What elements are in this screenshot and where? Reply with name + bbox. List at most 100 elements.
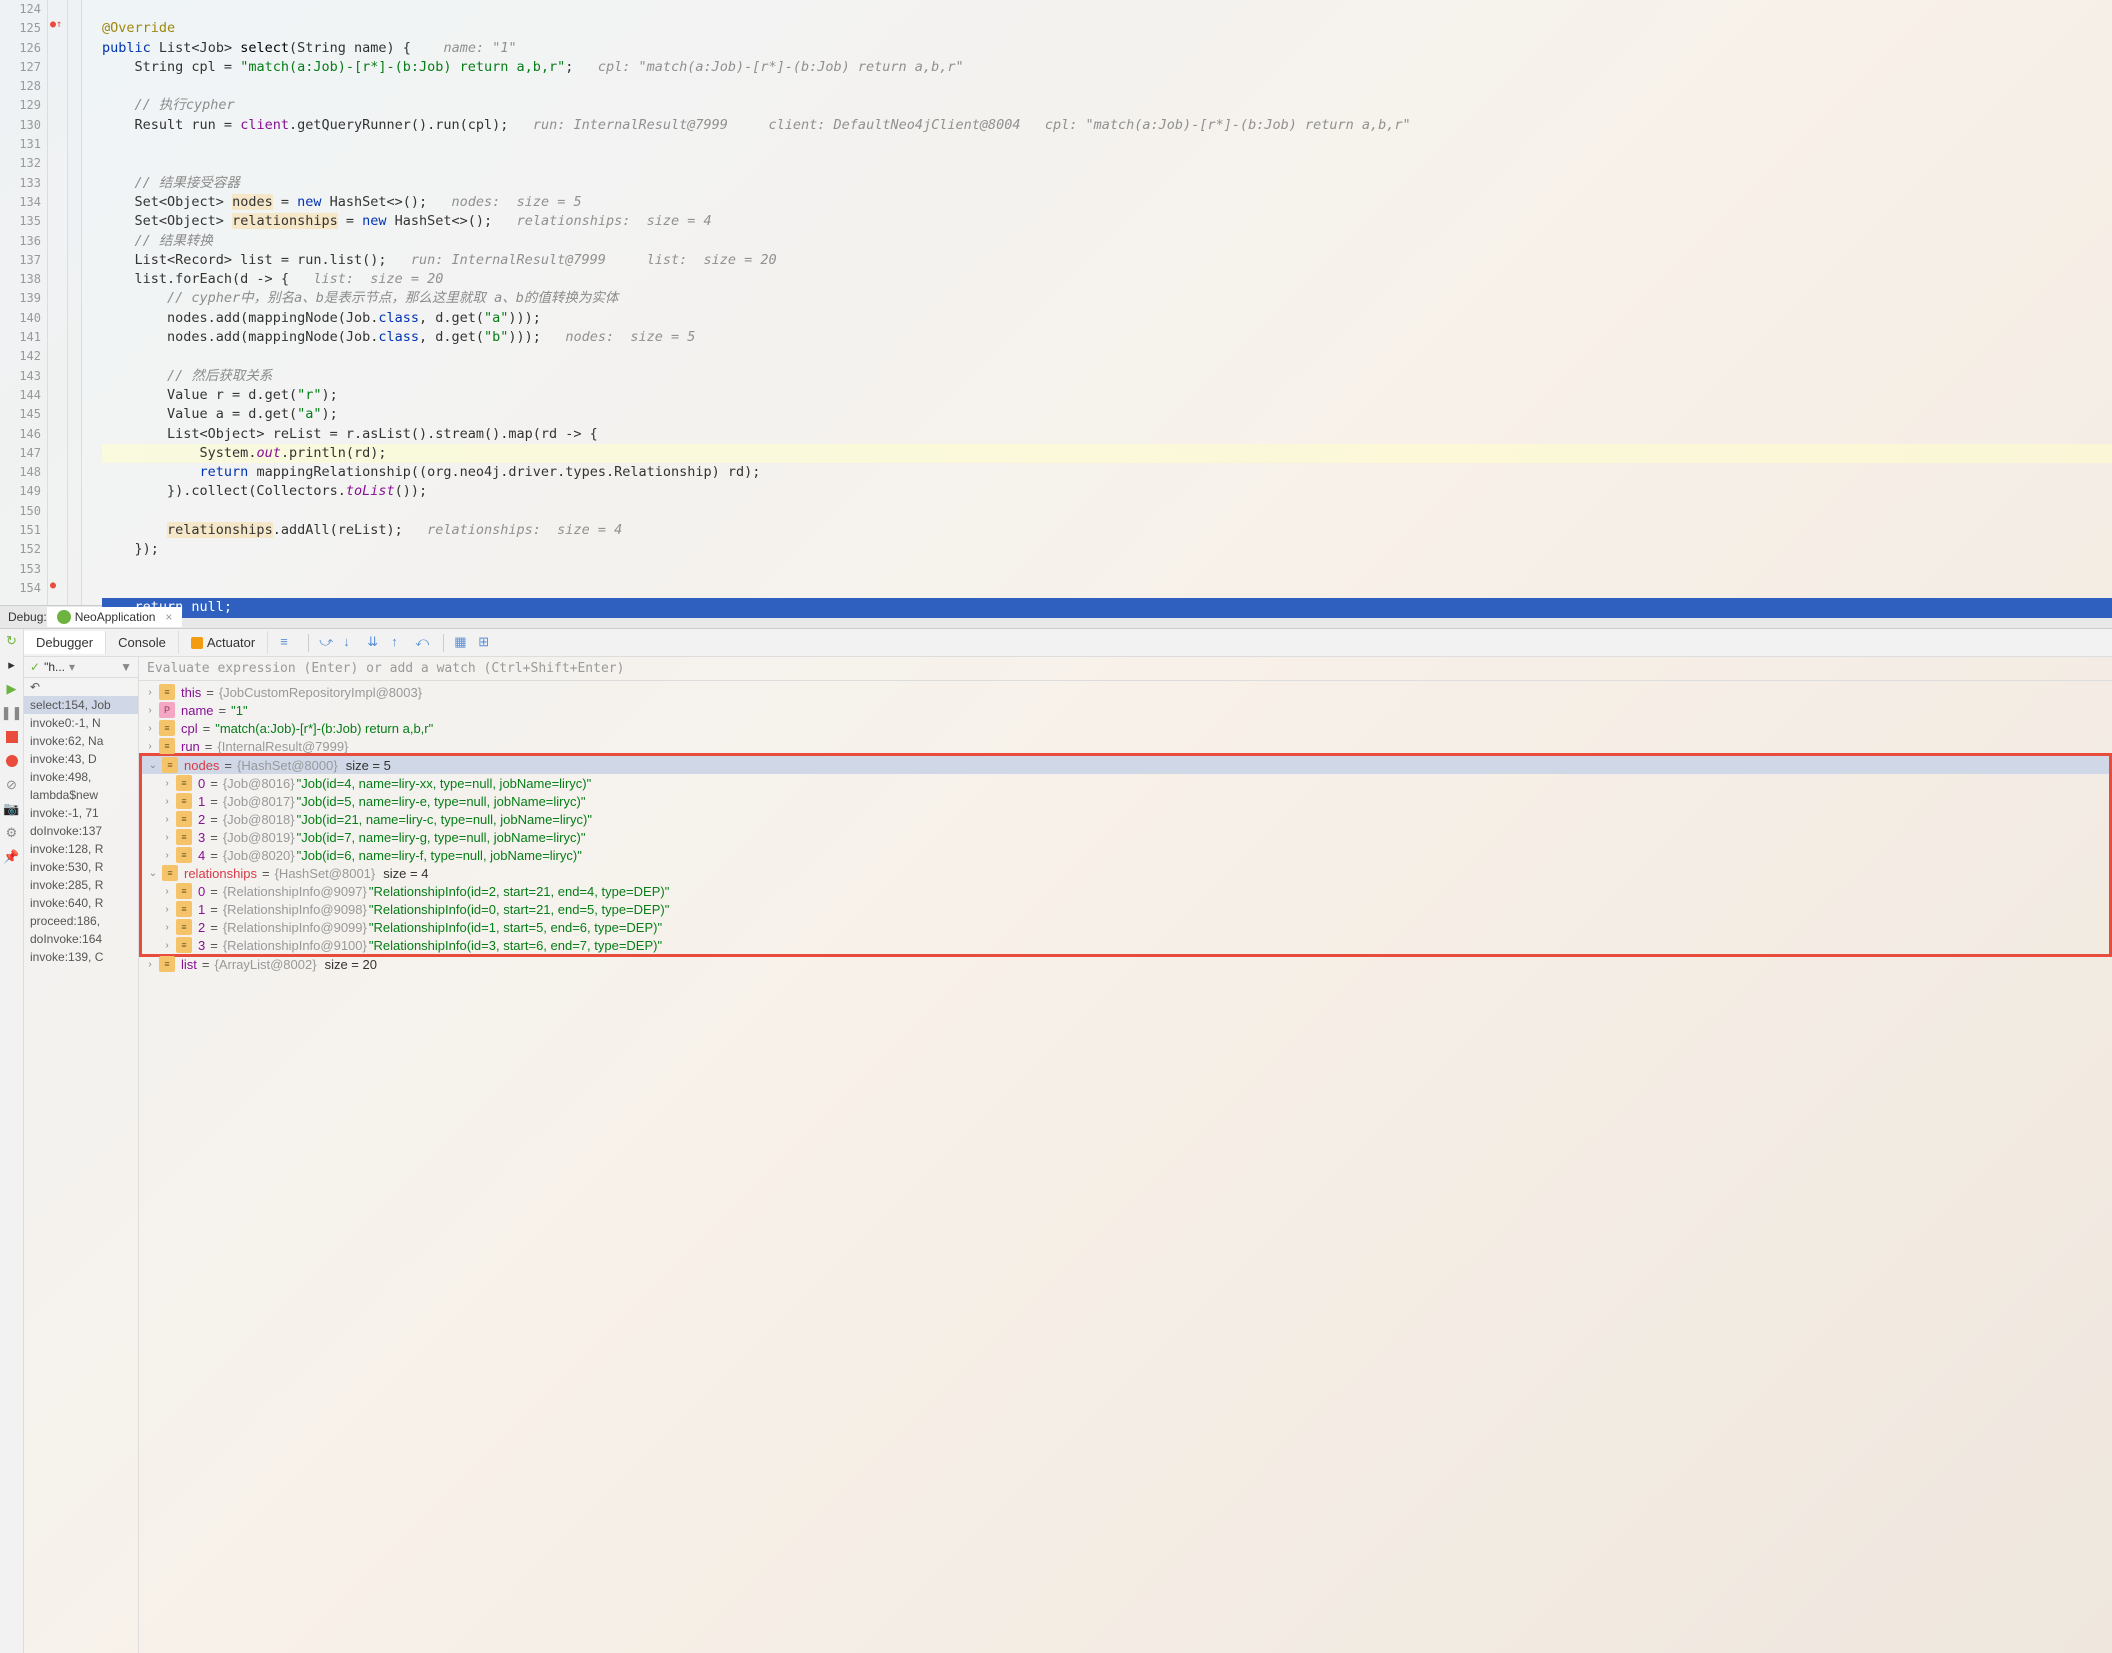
view-breakpoints-icon[interactable] [4,753,20,769]
fold-gutter [68,0,82,605]
breakpoint-icon[interactable]: ● [50,580,56,591]
drop-frame-icon[interactable]: ⤺ [415,634,433,652]
step-over-icon[interactable]: ⤻ [319,634,337,652]
var-nodes-item[interactable]: ›≡3={Job@8019} "Job(id=7, name=liry-g, t… [142,828,2109,846]
step-out-icon[interactable]: ↑ [391,634,409,652]
expand-icon[interactable]: › [143,687,157,698]
stack-frame[interactable]: proceed:186, [24,912,138,930]
stack-frame[interactable]: invoke:640, R [24,894,138,912]
code-content[interactable]: @Override public List<Job> select(String… [82,0,2112,605]
modify-run-icon[interactable]: ▸ [4,657,20,673]
run-to-cursor-icon[interactable]: ▦ [454,634,472,652]
force-step-into-icon[interactable]: ⇊ [367,634,385,652]
var-rel-item[interactable]: ›≡1={RelationshipInfo@9098} "Relationshi… [142,900,2109,918]
var-rel-item[interactable]: ›≡0={RelationshipInfo@9097} "Relationshi… [142,882,2109,900]
get-thread-dump-icon[interactable]: 📷 [4,801,20,817]
resume-icon[interactable]: ▶ [4,681,20,697]
inline-hint: nodes: size = 5 [452,194,582,210]
debug-panel: ↻ ▸ ▶ ❚❚ ⊘ 📷 ⚙ 📌 Debugger Console Actuat… [0,629,2112,1653]
highlighted-variables-region: ⌄≡nodes={HashSet@8000}size = 5 ›≡0={Job@… [139,753,2112,957]
stack-frame[interactable]: invoke:530, R [24,858,138,876]
var-rel-item[interactable]: ›≡2={RelationshipInfo@9099} "Relationshi… [142,918,2109,936]
actuator-icon [191,637,203,649]
var-rel-item[interactable]: ›≡3={RelationshipInfo@9100} "Relationshi… [142,936,2109,954]
debug-session-name: NeoApplication [75,610,156,624]
variables-tree: ›≡this={JobCustomRepositoryImpl@8003} ›P… [139,681,2112,975]
var-nodes[interactable]: ⌄≡nodes={HashSet@8000}size = 5 [142,756,2109,774]
stack-frame[interactable]: doInvoke:137 [24,822,138,840]
close-icon[interactable]: × [165,610,172,624]
rerun-icon[interactable]: ↻ [4,633,20,649]
var-nodes-item[interactable]: ›≡0={Job@8016} "Job(id=4, name=liry-xx, … [142,774,2109,792]
frame-back[interactable]: ↶ [24,678,138,696]
override-gutter-icon[interactable]: ●↑ [50,19,62,30]
debug-left-toolbar: ↻ ▸ ▶ ❚❚ ⊘ 📷 ⚙ 📌 [0,629,24,1653]
debug-session-tab[interactable]: NeoApplication × [47,607,183,627]
filter-icon[interactable]: ▾ [69,660,75,674]
inline-hint: run: InternalResult@7999 [533,117,728,133]
thread-name[interactable]: "h... [44,660,65,674]
line-number-gutter: 124125126127128129130 131132133134135136… [0,0,48,605]
stop-icon[interactable] [4,729,20,745]
inline-hint: relationships: size = 4 [427,522,622,538]
tab-console[interactable]: Console [106,631,179,654]
var-list[interactable]: ›≡list={ArrayList@8002}size = 20 [139,955,2112,973]
stack-frame[interactable]: invoke:128, R [24,840,138,858]
evaluate-icon[interactable]: ⊞ [478,634,496,652]
var-nodes-item[interactable]: ›≡2={Job@8018} "Job(id=21, name=liry-c, … [142,810,2109,828]
collapse-icon[interactable]: ⌄ [146,760,160,771]
expand-icon[interactable]: › [160,904,174,915]
stack-frame[interactable]: invoke:139, C [24,948,138,966]
inline-hint: name: "1" [443,40,516,56]
expand-icon[interactable]: › [143,705,157,716]
stack-frame[interactable]: invoke:285, R [24,876,138,894]
expand-icon[interactable]: › [160,940,174,951]
show-execution-point-icon[interactable]: ≡ [280,634,298,652]
var-relationships[interactable]: ⌄≡relationships={HashSet@8001}size = 4 [142,864,2109,882]
expand-icon[interactable]: › [160,832,174,843]
settings-icon[interactable]: ⚙ [4,825,20,841]
gutter-annotations: ●↑ ● [48,0,68,605]
evaluate-expression-input[interactable]: Evaluate expression (Enter) or add a wat… [139,657,2112,681]
step-toolbar: ≡ ⤻ ↓ ⇊ ↑ ⤺ ▦ ⊞ [268,634,496,652]
inline-hint: cpl: "match(a:Job)-[r*]-(b:Job) return a… [1045,117,1411,133]
stack-frame[interactable]: invoke:43, D [24,750,138,768]
debug-label: Debug: [8,610,47,624]
pause-icon[interactable]: ❚❚ [4,705,20,721]
step-into-icon[interactable]: ↓ [343,634,361,652]
dropdown-icon[interactable]: ▼ [120,660,132,674]
expand-icon[interactable]: › [160,796,174,807]
stack-frame[interactable]: doInvoke:164 [24,930,138,948]
tab-debugger[interactable]: Debugger [24,631,106,654]
tab-actuator[interactable]: Actuator [179,631,268,654]
expand-icon[interactable]: › [160,886,174,897]
inline-hint: list: size = 20 [313,271,443,287]
var-cpl[interactable]: ›≡cpl="match(a:Job)-[r*]-(b:Job) return … [139,719,2112,737]
stack-frame[interactable]: lambda$new [24,786,138,804]
var-nodes-item[interactable]: ›≡1={Job@8017} "Job(id=5, name=liry-e, t… [142,792,2109,810]
expand-icon[interactable]: › [160,922,174,933]
stack-frame[interactable]: invoke:498, [24,768,138,786]
stack-frame[interactable]: invoke:62, Na [24,732,138,750]
var-name[interactable]: ›Pname="1" [139,701,2112,719]
mute-breakpoints-icon[interactable]: ⊘ [4,777,20,793]
inline-hint: list: size = 20 [647,252,777,268]
expand-icon[interactable]: › [160,850,174,861]
expand-icon[interactable]: › [143,959,157,970]
expand-icon[interactable]: › [143,741,157,752]
stack-frame[interactable]: invoke0:-1, N [24,714,138,732]
var-this[interactable]: ›≡this={JobCustomRepositoryImpl@8003} [139,683,2112,701]
pin-icon[interactable]: 📌 [4,849,20,865]
code-editor[interactable]: 124125126127128129130 131132133134135136… [0,0,2112,605]
current-execution-line: System.out.println(rd); [102,444,2112,463]
expand-icon[interactable]: › [160,778,174,789]
variables-panel: Evaluate expression (Enter) or add a wat… [139,657,2112,1653]
inline-hint: nodes: size = 5 [565,329,695,345]
stack-frame[interactable]: select:154, Job [24,696,138,714]
expand-icon[interactable]: › [160,814,174,825]
expand-icon[interactable]: › [143,723,157,734]
var-nodes-item[interactable]: ›≡4={Job@8020} "Job(id=6, name=liry-f, t… [142,846,2109,864]
breakpoint-line: return null; [102,598,2112,617]
stack-frame[interactable]: invoke:-1, 71 [24,804,138,822]
collapse-icon[interactable]: ⌄ [146,868,160,879]
